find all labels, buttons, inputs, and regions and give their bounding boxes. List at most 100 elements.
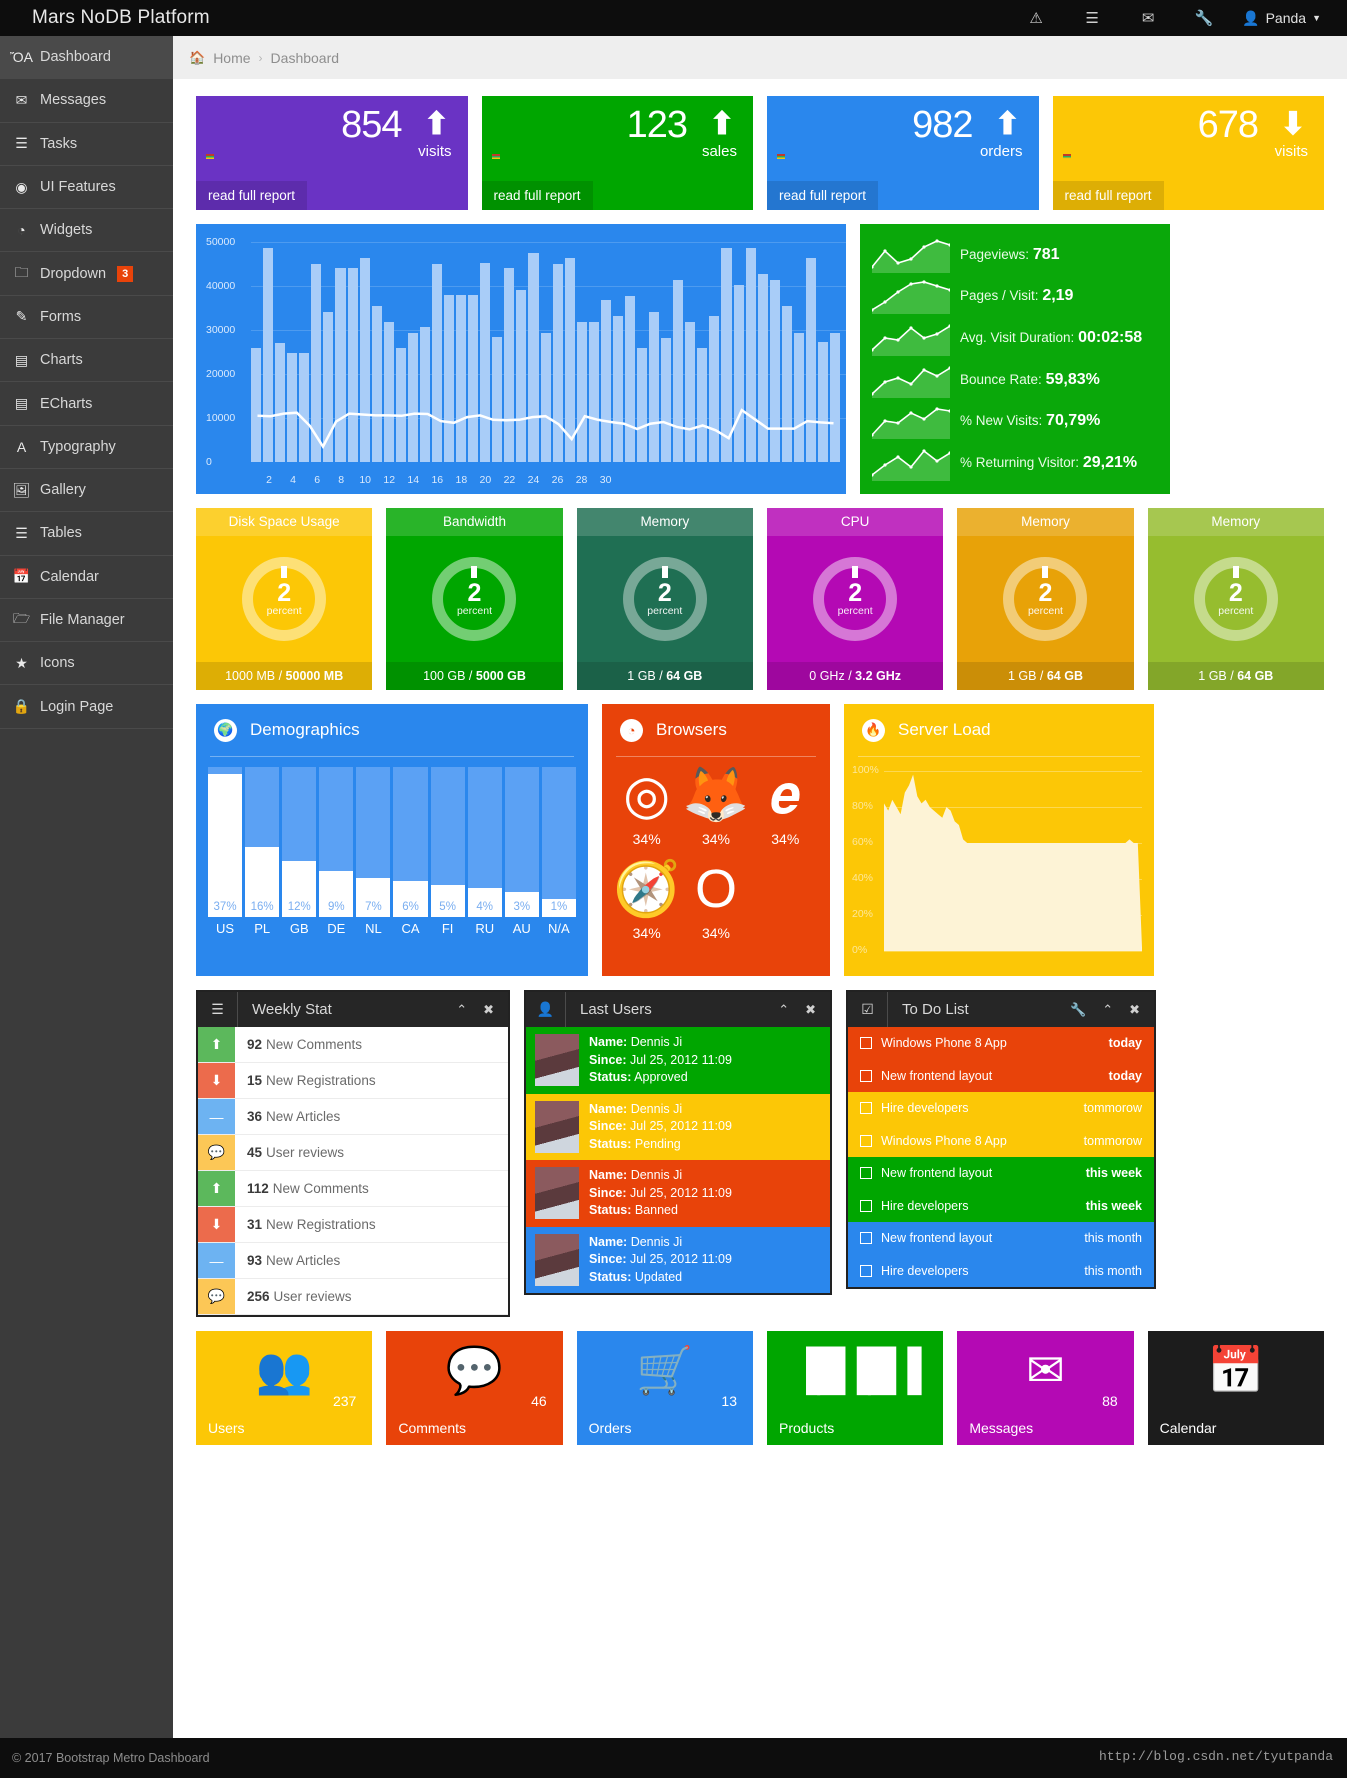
gauge-memory: Memory2percent1 GB / 64 GB [577, 508, 753, 690]
close-icon[interactable]: ✖ [1129, 1002, 1140, 1018]
demographics-bar-value: 6% [393, 901, 427, 913]
user-name-value: Dennis Ji [631, 1235, 682, 1249]
tile-products[interactable]: ▐█▐█▐Products [767, 1331, 943, 1445]
chart-x-tick: 14 [407, 474, 419, 486]
sidebar-item-widgets[interactable]: ◔Widgets [0, 209, 173, 252]
user-status-label: Status: [589, 1270, 631, 1284]
close-icon[interactable]: ✖ [483, 1002, 494, 1018]
read-full-report-button[interactable]: read full report [482, 181, 593, 210]
chart-y-tick: 0 [206, 456, 212, 468]
todo-checkbox[interactable] [860, 1070, 872, 1082]
todo-checkbox[interactable] [860, 1037, 872, 1049]
gauge-used: 1 GB [1198, 669, 1227, 683]
gauge-unit: percent [457, 605, 492, 617]
chart-x-tick: 6 [314, 474, 320, 486]
todo-checkbox[interactable] [860, 1232, 872, 1244]
weekly-stat-row: —36New Articles [198, 1099, 508, 1135]
read-full-report-button[interactable]: read full report [196, 181, 307, 210]
read-full-report-button[interactable]: read full report [767, 181, 878, 210]
todo-text: New frontend layout [881, 1166, 1077, 1180]
user-status-value: Banned [635, 1203, 678, 1217]
tile-users[interactable]: 👥237Users [196, 1331, 372, 1445]
chart-y-tick: 50000 [206, 236, 235, 248]
warning-icon[interactable]: ⚠ [1008, 0, 1064, 36]
list-icon[interactable]: ☰ [1064, 0, 1120, 36]
gauge-used: 1 GB [627, 669, 656, 683]
envelope-icon[interactable]: ✉ [1120, 0, 1176, 36]
chevron-up-icon[interactable]: ⌃ [456, 1002, 467, 1018]
sidebar-item-dashboard[interactable]: ὌADashboard [0, 36, 173, 79]
user-since-value: Jul 25, 2012 11:09 [630, 1053, 732, 1067]
chart-x-tick: 2 [266, 474, 272, 486]
analytics-label: Avg. Visit Duration: [960, 330, 1074, 345]
stat-tile-visits-3: 678⬇visitsread full report [1053, 96, 1325, 210]
wrench-icon[interactable]: 🔧 [1176, 0, 1232, 36]
sidebar-item-gallery[interactable]: 🖼Gallery [0, 469, 173, 512]
gauge-ring: 2percent [1194, 557, 1278, 641]
sidebar-item-forms[interactable]: ✎Forms [0, 296, 173, 339]
todo-checkbox[interactable] [860, 1135, 872, 1147]
gauge-separator: / [465, 669, 475, 683]
sidebar-item-echarts[interactable]: ▤ECharts [0, 382, 173, 425]
sidebar-item-charts[interactable]: ▤Charts [0, 339, 173, 382]
weekly-stat-text: 256User reviews [235, 1279, 508, 1314]
envelope-icon: ✉ [12, 92, 31, 109]
chevron-up-icon[interactable]: ⌃ [1102, 1002, 1113, 1018]
gauge-body: 2percent [386, 536, 562, 662]
sidebar-item-calendar[interactable]: 📅Calendar [0, 556, 173, 599]
app-brand[interactable]: Mars NoDB Platform [32, 0, 210, 36]
wrench-icon[interactable]: 🔧 [1070, 1002, 1086, 1018]
user-menu[interactable]: 👤 Panda ▼ [1232, 0, 1335, 36]
sidebar-item-messages[interactable]: ✉Messages [0, 79, 173, 122]
demographics-panel: 🌍Demographics37%16%12%9%7%6%5%4%3%1%USPL… [196, 704, 588, 976]
sidebar-item-typography[interactable]: ATypography [0, 426, 173, 469]
analytics-value: 00:02:58 [1078, 329, 1142, 346]
tile-messages[interactable]: ✉88Messages [957, 1331, 1133, 1445]
todo-row: New frontend layoutthis week [848, 1157, 1154, 1190]
last-users-widget: 👤Last Users⌃✖Name: Dennis JiSince: Jul 2… [524, 990, 832, 1295]
gauge-notch [662, 566, 668, 578]
demographics-label: US [208, 921, 242, 936]
stat-number: 982 [912, 104, 972, 147]
sidebar-item-label: UI Features [40, 179, 116, 195]
sidebar-item-tasks[interactable]: ☰Tasks [0, 123, 173, 166]
sidebar-item-dropdown[interactable]: 🗀Dropdown3 [0, 252, 173, 295]
gauge-title: CPU [767, 508, 943, 536]
eye-icon: ◉ [12, 179, 31, 196]
sparkline-icon [872, 237, 950, 273]
gauge-body: 2percent [767, 536, 943, 662]
close-icon[interactable]: ✖ [805, 1002, 816, 1018]
demographics-bar-fill: 12% [282, 861, 316, 917]
demographics-bar: 6% [393, 767, 427, 917]
tile-name: Orders [589, 1420, 632, 1436]
sidebar-item-login-page[interactable]: 🔒Login Page [0, 685, 173, 728]
user-name-line: Name: Dennis Ji [589, 1034, 732, 1052]
tile-count: 88 [1102, 1393, 1118, 1409]
todo-when: this week [1086, 1199, 1142, 1213]
sidebar-item-tables[interactable]: ☰Tables [0, 512, 173, 555]
browser-percent: 34% [681, 831, 750, 847]
weekly-stat-widget: ☰Weekly Stat⌃✖⬆92New Comments⬇15New Regi… [196, 990, 510, 1317]
sidebar-item-file-manager[interactable]: 🗁File Manager [0, 599, 173, 642]
sidebar-item-ui-features[interactable]: ◉ UI Features [0, 166, 173, 209]
user-info: Name: Dennis JiSince: Jul 25, 2012 11:09… [589, 1101, 732, 1154]
tile-orders[interactable]: 🛒13Orders [577, 1331, 753, 1445]
minus-icon: — [198, 1099, 235, 1134]
sidebar-item-icons[interactable]: ★Icons [0, 642, 173, 685]
weekly-stat-text: 31New Registrations [235, 1207, 508, 1242]
gauge-memory: Memory2percent1 GB / 64 GB [957, 508, 1133, 690]
tile-calendar[interactable]: 📅Calendar [1148, 1331, 1324, 1445]
weekly-stat-label: New Comments [273, 1181, 369, 1196]
todo-checkbox[interactable] [860, 1200, 872, 1212]
chevron-up-icon[interactable]: ⌃ [778, 1002, 789, 1018]
todo-checkbox[interactable] [860, 1167, 872, 1179]
demographics-label: PL [245, 921, 279, 936]
tile-comments[interactable]: 💬46Comments [386, 1331, 562, 1445]
weekly-stat-label: New Articles [266, 1109, 340, 1124]
todo-checkbox[interactable] [860, 1102, 872, 1114]
breadcrumb-home[interactable]: Home [213, 50, 250, 66]
check-square-icon: ☑ [848, 992, 888, 1027]
todo-checkbox[interactable] [860, 1265, 872, 1277]
demographics-label: RU [468, 921, 502, 936]
read-full-report-button[interactable]: read full report [1053, 181, 1164, 210]
